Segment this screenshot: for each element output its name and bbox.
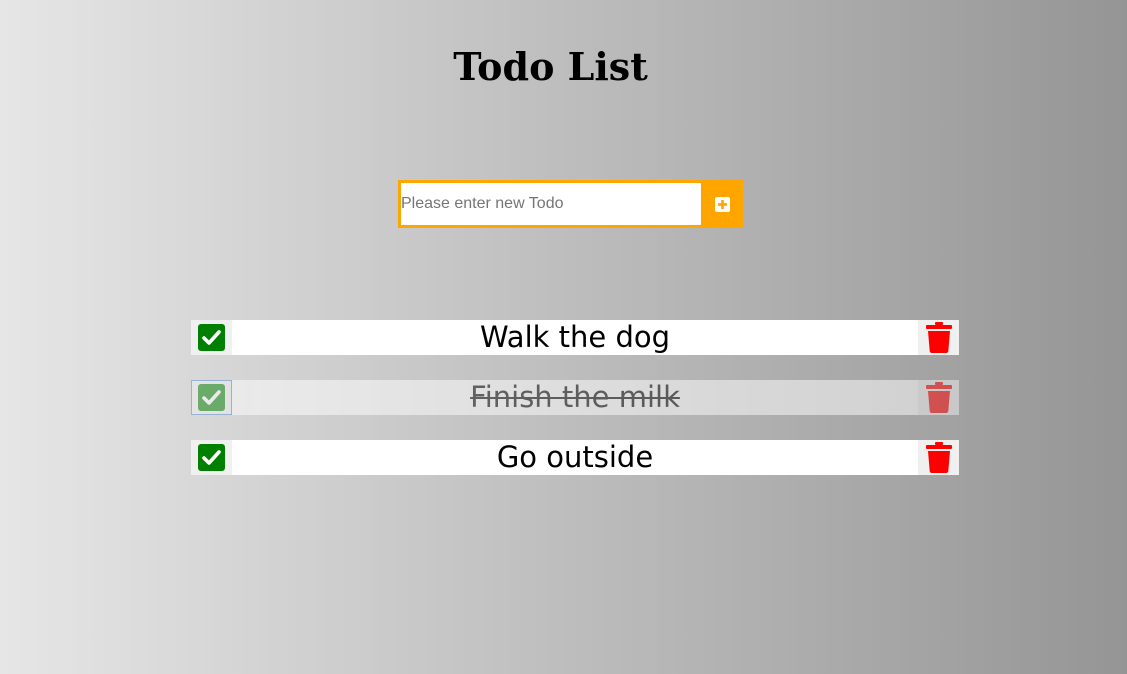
delete-button[interactable] xyxy=(918,320,959,355)
page-title: Todo List xyxy=(453,44,648,89)
trash-icon xyxy=(925,382,952,413)
complete-button[interactable] xyxy=(191,380,232,415)
trash-icon xyxy=(925,442,952,473)
todo-text: Walk the dog xyxy=(479,320,671,354)
todo-text: Go outside xyxy=(496,440,654,474)
todo-text: Finish the milk xyxy=(470,380,680,414)
todo-item: Go outside xyxy=(191,440,959,475)
todo-item: Walk the dog xyxy=(191,320,959,355)
add-todo-form xyxy=(398,180,743,228)
check-square-icon xyxy=(198,444,225,471)
todo-input[interactable] xyxy=(398,180,701,228)
todo-item: Finish the milk xyxy=(191,380,959,415)
delete-button[interactable] xyxy=(918,440,959,475)
add-todo-button[interactable] xyxy=(701,180,743,228)
complete-button[interactable] xyxy=(191,320,232,355)
delete-button[interactable] xyxy=(918,380,959,415)
check-square-icon xyxy=(198,324,225,351)
trash-icon xyxy=(925,322,952,353)
check-square-icon xyxy=(198,384,225,411)
plus-square-icon xyxy=(714,196,730,212)
complete-button[interactable] xyxy=(191,440,232,475)
todo-list: Walk the dog Finish the milk Go outside xyxy=(191,320,959,500)
